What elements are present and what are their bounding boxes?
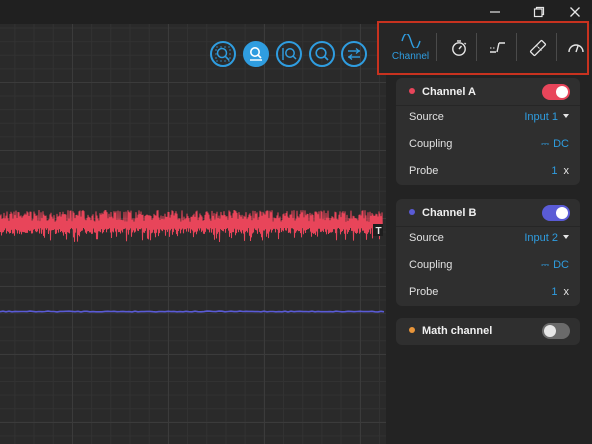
channel-b-probe-row: Probe 1x [409,286,569,302]
channel-a-toggle[interactable] [542,84,570,100]
channel-a-card: Channel A Source Input 1 Coupling ⎓ DC Pr… [396,78,580,185]
channel-a-coupling-row: Coupling ⎓ DC [409,138,569,154]
coupling-value: DC [553,259,569,271]
channel-a-source-select[interactable]: Input 1 [524,111,569,123]
dc-coupling-icon: ⎓ [541,260,549,271]
trigger-marker[interactable]: T [376,226,382,237]
source-value: Input 2 [524,232,558,244]
math-channel-toggle[interactable] [542,323,570,339]
dc-coupling-icon: ⎓ [541,139,549,150]
tab-timebase[interactable] [439,25,478,71]
channel-a-source-row: Source Input 1 [409,111,569,127]
zoom-icon[interactable] [309,41,335,67]
channel-b-coupling-select[interactable]: ⎓ DC [541,259,569,271]
source-value: Input 1 [524,111,558,123]
tab-channel-label: Channel [391,51,430,62]
channel-a-probe-input[interactable]: 1x [551,165,569,177]
probe-value: 1 [551,165,558,177]
waveform-area: T [0,209,385,313]
channel-b-source-row: Source Input 2 [409,232,569,248]
channel-a-color-dot [409,88,415,94]
coupling-label: Coupling [409,138,453,150]
toolbar-divider [516,33,517,61]
dropdown-caret-icon [563,235,569,239]
probe-unit: x [563,286,570,298]
coupling-value: DC [553,138,569,150]
oscilloscope-plot[interactable]: T [0,24,386,444]
dropdown-caret-icon [563,114,569,118]
divider [396,226,580,227]
channel-b-name: Channel B [422,207,477,219]
toolbar-divider [436,33,437,61]
math-channel-header: Math channel [409,325,492,337]
channel-a-coupling-select[interactable]: ⎓ DC [541,138,569,150]
tab-trigger[interactable] [478,25,517,71]
channel-b-trace [0,310,385,313]
gauge-icon [567,44,584,53]
math-channel-name: Math channel [422,325,493,337]
channel-a-name: Channel A [422,86,476,98]
math-channel-color-dot [409,327,415,333]
source-label: Source [409,111,444,123]
toggle-knob [556,207,568,219]
adjust-icon[interactable] [341,41,367,67]
probe-unit: x [563,165,570,177]
channel-b-coupling-row: Coupling ⎓ DC [409,259,569,275]
zoom-region-icon[interactable] [210,41,236,67]
channel-b-toggle[interactable] [542,205,570,221]
math-channel-card: Math channel [396,318,580,345]
channel-b-probe-input[interactable]: 1x [551,286,569,298]
source-label: Source [409,232,444,244]
probe-label: Probe [409,286,439,298]
tab-measure[interactable] [518,25,557,71]
channel-a-trace [0,209,383,243]
toggle-knob [556,86,568,98]
channel-a-probe-row: Probe 1x [409,165,569,181]
toggle-knob [544,325,556,337]
channel-b-source-select[interactable]: Input 2 [524,232,569,244]
divider [396,105,580,106]
channel-b-header: Channel B [409,207,476,219]
channel-b-card: Channel B Source Input 2 Coupling ⎓ DC Pr… [396,199,580,306]
channel-a-header: Channel A [409,86,476,98]
tab-channel[interactable]: Channel [391,25,430,71]
ruler-icon [529,39,546,57]
toolbar-divider [476,33,477,61]
stopwatch-icon [451,40,466,56]
sine-wave-icon [400,34,421,48]
zoom-vertical-icon[interactable] [276,41,302,67]
probe-value: 1 [551,286,558,298]
coupling-label: Coupling [409,259,453,271]
zoom-horizontal-icon[interactable] [243,41,269,67]
trigger-icon [489,42,505,53]
tab-gauge[interactable] [556,25,592,71]
panel-toolbar: Channel [377,21,589,75]
probe-label: Probe [409,165,439,177]
channel-b-color-dot [409,209,415,215]
